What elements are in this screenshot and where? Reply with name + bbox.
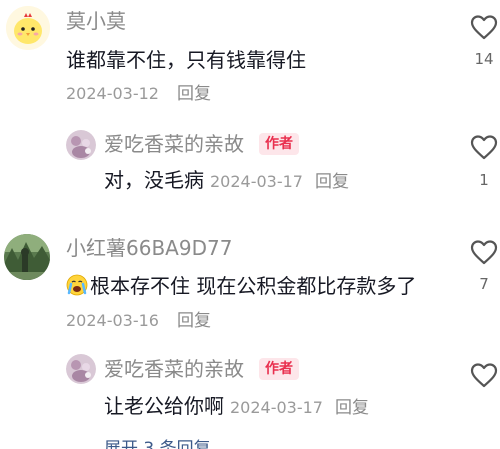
comment-thread: 莫小莫 谁都靠不住，只有钱靠得住 2024-03-12 回复 14 爱吃香菜的亲…	[0, 0, 500, 449]
reply-text-row: 让老公给你啊 2024-03-17 回复	[104, 393, 369, 421]
author-badge: 作者	[259, 358, 299, 380]
crying-face-icon	[66, 274, 88, 296]
forest-photo-avatar	[4, 234, 50, 280]
author-avatar-image	[66, 354, 96, 384]
like-count: 1	[479, 171, 489, 189]
reply-button[interactable]: 回复	[177, 83, 211, 105]
like-heart-icon[interactable]	[470, 134, 498, 160]
user-avatar[interactable]	[6, 6, 50, 50]
reply-date: 2024-03-17	[210, 172, 303, 191]
author-avatar[interactable]	[66, 130, 96, 160]
comment-text: 谁都靠不住，只有钱靠得住	[66, 48, 306, 72]
comment-text-row: 根本存不住 现在公积金都比存款多了	[66, 273, 416, 299]
author-avatar[interactable]	[66, 354, 96, 384]
reply-button[interactable]: 回复	[177, 310, 211, 332]
reply-button[interactable]: 回复	[315, 172, 349, 192]
comment-username[interactable]: 莫小莫	[66, 9, 126, 33]
reply-button[interactable]: 回复	[335, 398, 369, 418]
like-count: 14	[474, 50, 494, 68]
author-avatar-image	[66, 130, 96, 160]
reply-username[interactable]: 爱吃香菜的亲故	[104, 357, 244, 381]
expand-replies-link[interactable]: 展开 3 条回复	[104, 438, 211, 449]
reply-text: 让老公给你啊	[104, 394, 224, 418]
comment-date: 2024-03-12	[66, 84, 159, 103]
reply-text: 对，没毛病	[104, 168, 204, 192]
author-badge: 作者	[259, 133, 299, 155]
like-count: 7	[479, 275, 489, 293]
user-avatar[interactable]	[4, 234, 50, 280]
reply-date: 2024-03-17	[230, 398, 323, 417]
comment-date: 2024-03-16	[66, 311, 159, 330]
comment-username[interactable]: 小红薯66BA9D77	[66, 236, 232, 260]
chick-avatar-icon	[6, 6, 50, 50]
like-heart-icon[interactable]	[470, 14, 498, 40]
like-heart-icon[interactable]	[470, 362, 498, 388]
reply-text-row: 对，没毛病 2024-03-17 回复	[104, 167, 349, 195]
like-heart-icon[interactable]	[470, 239, 498, 265]
comment-text: 根本存不住 现在公积金都比存款多了	[90, 274, 417, 298]
reply-username[interactable]: 爱吃香菜的亲故	[104, 132, 244, 156]
